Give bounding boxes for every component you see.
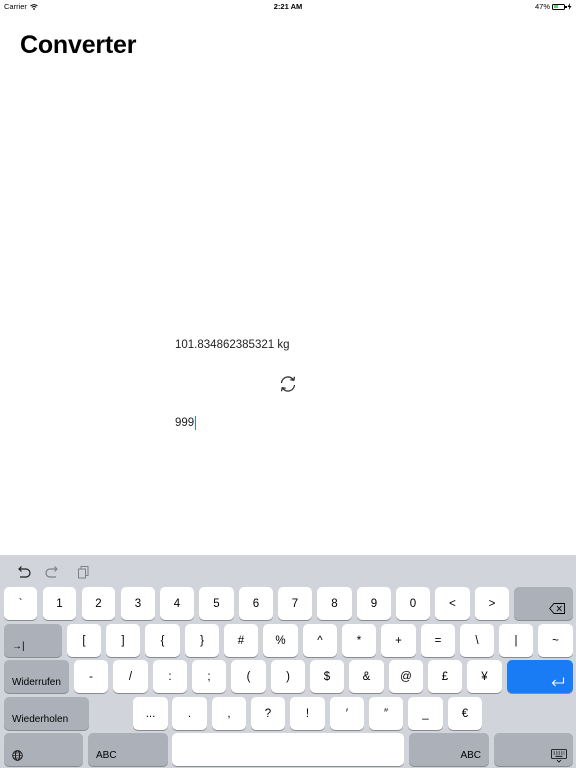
text-caret: [194, 416, 197, 430]
key[interactable]: ;: [192, 660, 226, 693]
key[interactable]: :: [153, 660, 187, 693]
key[interactable]: £: [428, 660, 462, 693]
globe-icon: [12, 750, 23, 761]
key[interactable]: ¥: [467, 660, 502, 693]
refresh-icon[interactable]: [278, 374, 298, 394]
globe-key[interactable]: [4, 733, 83, 766]
key[interactable]: 1: [43, 587, 76, 620]
key[interactable]: ?: [251, 697, 285, 730]
key[interactable]: 2: [82, 587, 115, 620]
key[interactable]: -: [74, 660, 108, 693]
key[interactable]: 3: [121, 587, 155, 620]
backspace-icon: [549, 603, 565, 614]
abc-key-right-label: ABC: [460, 750, 481, 761]
undo-key[interactable]: Widerrufen: [4, 660, 69, 693]
key[interactable]: .: [172, 697, 207, 730]
key[interactable]: ]: [106, 624, 140, 657]
key[interactable]: ...: [133, 697, 168, 730]
battery-fill: [553, 5, 559, 8]
status-bar: Carrier 2:21 AM 47%: [0, 0, 576, 13]
key[interactable]: <: [435, 587, 470, 620]
key[interactable]: ′: [330, 697, 364, 730]
battery-percent: 47%: [534, 2, 550, 11]
key[interactable]: $: [310, 660, 344, 693]
value-input-text: 999: [175, 417, 195, 429]
keyboard-dismiss-icon: [551, 749, 567, 763]
key[interactable]: *: [342, 624, 376, 657]
tab-key[interactable]: →|: [4, 624, 62, 657]
return-key[interactable]: [507, 660, 573, 693]
key[interactable]: (: [231, 660, 266, 693]
page-title: Converter: [20, 31, 137, 59]
key[interactable]: ~: [538, 624, 573, 657]
undo-key-label: Widerrufen: [12, 677, 61, 688]
key[interactable]: [: [67, 624, 101, 657]
key[interactable]: {: [145, 624, 180, 657]
key[interactable]: ,: [212, 697, 246, 730]
undo-icon[interactable]: [15, 565, 31, 579]
key[interactable]: >: [475, 587, 509, 620]
return-icon: [551, 677, 565, 687]
key[interactable]: /: [113, 660, 148, 693]
key[interactable]: 0: [396, 587, 430, 620]
key[interactable]: ): [271, 660, 305, 693]
redo-icon[interactable]: [45, 565, 61, 579]
key[interactable]: ^: [303, 624, 337, 657]
value-input[interactable]: 999: [175, 416, 197, 430]
key[interactable]: =: [421, 624, 455, 657]
key[interactable]: %: [263, 624, 298, 657]
redo-key[interactable]: Wiederholen: [4, 697, 89, 730]
key[interactable]: 9: [357, 587, 391, 620]
key[interactable]: @: [389, 660, 423, 693]
key[interactable]: !: [290, 697, 325, 730]
abc-key-right[interactable]: ABC: [409, 733, 489, 766]
key[interactable]: &: [349, 660, 384, 693]
key[interactable]: _: [408, 697, 443, 730]
abc-key-left[interactable]: ABC: [88, 733, 168, 766]
key[interactable]: #: [224, 624, 258, 657]
space-bar[interactable]: [172, 733, 404, 766]
charging-icon: [567, 3, 572, 10]
key[interactable]: 8: [317, 587, 352, 620]
dismiss-keyboard-key[interactable]: [494, 733, 573, 766]
paste-icon[interactable]: [76, 565, 92, 579]
redo-key-label: Wiederholen: [12, 714, 69, 725]
key[interactable]: ″: [369, 697, 403, 730]
key[interactable]: 7: [278, 587, 312, 620]
key[interactable]: \: [460, 624, 494, 657]
battery-group: 47%: [535, 2, 572, 11]
key[interactable]: }: [185, 624, 219, 657]
tab-key-label: →|: [12, 641, 25, 652]
abc-key-left-label: ABC: [96, 750, 117, 761]
key[interactable]: +: [381, 624, 416, 657]
key[interactable]: 5: [199, 587, 234, 620]
status-time: 2:21 AM: [273, 2, 303, 11]
key[interactable]: 6: [239, 587, 273, 620]
key[interactable]: 4: [160, 587, 194, 620]
key[interactable]: €: [448, 697, 482, 730]
key[interactable]: `: [4, 587, 37, 620]
delete-key[interactable]: [514, 587, 573, 620]
battery-icon: [552, 3, 567, 10]
conversion-result: 101.834862385321 kg: [175, 339, 290, 351]
key[interactable]: |: [499, 624, 533, 657]
